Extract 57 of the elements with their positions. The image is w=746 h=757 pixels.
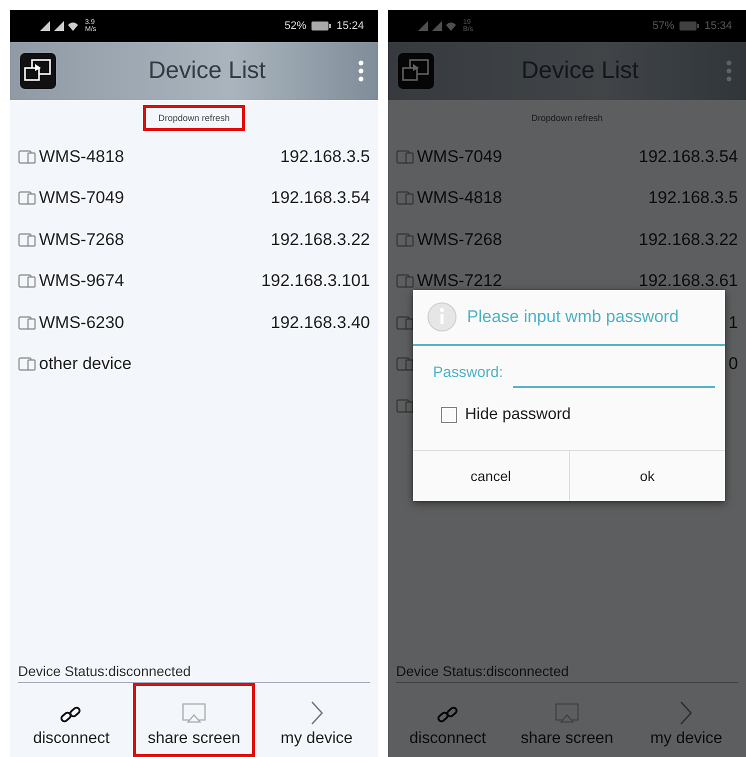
- device-ip: 192.168.3.5: [648, 188, 738, 208]
- battery-percent: 57%: [652, 20, 674, 32]
- battery-icon: [679, 21, 700, 31]
- nav-button[interactable]: disconnect: [10, 683, 133, 757]
- refresh-hint: Dropdown refresh: [143, 105, 245, 131]
- device-name[interactable]: WMS-9674: [39, 271, 262, 292]
- battery-percent: 52%: [284, 20, 306, 32]
- clock: 15:24: [336, 20, 364, 32]
- device-icon: [18, 232, 36, 248]
- app-logo-icon: [20, 53, 56, 89]
- device-ip: 192.168.3.54: [638, 146, 738, 167]
- device-ip: 192.168.3.101: [261, 271, 370, 292]
- checkbox-label: Hide password: [465, 406, 571, 424]
- device-icon: [18, 148, 36, 165]
- menu-icon[interactable]: [358, 60, 364, 82]
- device-icon: [396, 148, 414, 165]
- device-status: Device Status:disconnected: [396, 659, 738, 683]
- chevron-right-icon: [679, 700, 694, 726]
- info-icon: [427, 302, 457, 332]
- dialog-button[interactable]: cancel: [413, 451, 568, 501]
- clock: 15:34: [704, 20, 732, 32]
- device-ip: 192.168.3.5: [280, 146, 370, 167]
- device-ip: 192.168.3.54: [270, 188, 370, 208]
- screen-title: Device List: [147, 57, 267, 85]
- field-label: Password:: [433, 364, 504, 380]
- dialog-button[interactable]: ok: [568, 451, 725, 501]
- device-ip: 192.168.3.22: [638, 230, 738, 250]
- device-icon: [396, 232, 414, 248]
- device-icon: [396, 190, 414, 206]
- app-logo-icon: [398, 53, 434, 89]
- device-name[interactable]: WMS-4818: [39, 146, 280, 167]
- device-name[interactable]: other device: [39, 354, 370, 374]
- dialog-title: Please input wmb password: [467, 307, 679, 327]
- refresh-hint: Dropdown refresh: [530, 112, 604, 125]
- device-ip: 0: [728, 354, 738, 374]
- signal-icon: [416, 20, 458, 32]
- device-name[interactable]: WMS-6230: [39, 312, 271, 333]
- device-ip: 192.168.3.61: [638, 271, 738, 292]
- nav-button[interactable]: share screen: [132, 683, 256, 757]
- device-ip: 1: [728, 312, 738, 333]
- device-ip: 192.168.3.22: [270, 230, 370, 250]
- nav-button[interactable]: my device: [255, 683, 378, 757]
- device-icon: [18, 314, 36, 331]
- menu-icon[interactable]: [726, 60, 732, 82]
- device-status: Device Status:disconnected: [18, 659, 370, 683]
- device-ip: 192.168.3.40: [270, 312, 370, 333]
- device-icon: [18, 273, 36, 290]
- signal-icon: [38, 20, 80, 32]
- device-icon: [18, 190, 36, 206]
- battery-icon: [311, 21, 332, 31]
- hide-password-checkbox[interactable]: Hide password: [413, 394, 725, 450]
- device-icon: [396, 273, 414, 290]
- device-name[interactable]: WMS-7268: [39, 230, 271, 250]
- chevron-right-icon: [310, 700, 324, 726]
- checkbox[interactable]: [441, 407, 457, 423]
- device-icon: [18, 356, 36, 372]
- device-name[interactable]: WMS-7049: [39, 188, 271, 208]
